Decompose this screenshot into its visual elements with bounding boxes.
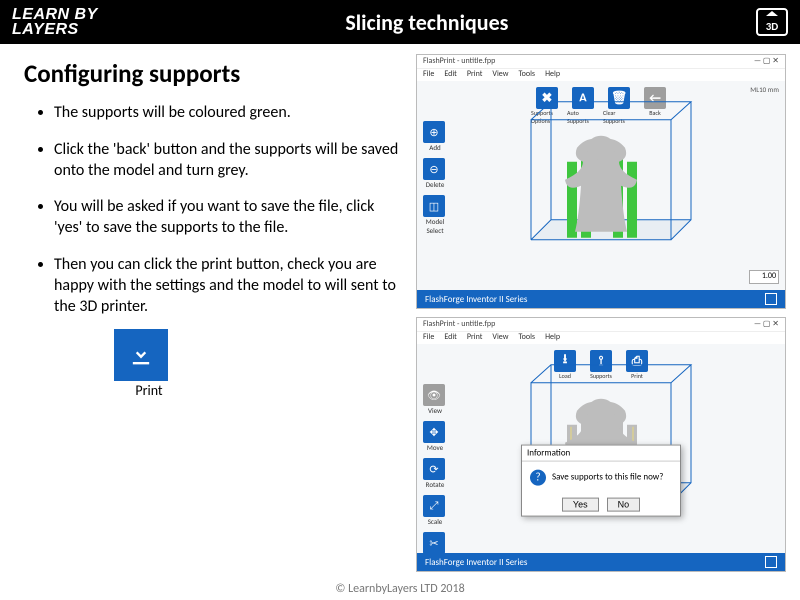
- slide-title: Slicing techniques: [98, 9, 756, 36]
- cut-button[interactable]: ✂: [423, 532, 445, 553]
- bullet-item: Click the 'back' button and the supports…: [54, 140, 404, 182]
- save-dialog: Information ? Save supports to this file …: [521, 445, 681, 517]
- menu-bar: FileEditPrintViewToolsHelp: [417, 332, 785, 344]
- scale-label: ML10 mm: [750, 85, 779, 94]
- delete-button[interactable]: ⊖: [423, 158, 445, 180]
- side-toolbar: 👁View ✥Move ⟳Rotate ⤢Scale ✂Cut: [423, 384, 447, 553]
- text-column: Configuring supports The supports will b…: [0, 44, 416, 584]
- status-icon: [765, 293, 777, 305]
- print-icon: [114, 329, 168, 381]
- printer-3d-icon: 3D: [756, 8, 788, 36]
- move-button[interactable]: ✥: [423, 421, 445, 443]
- add-button[interactable]: ⊕: [423, 121, 445, 143]
- screenshot-supports-green: FlashPrint - untitle.fpp — ▢ ✕ FileEditPr…: [416, 54, 786, 309]
- copyright: © LearnbyLayers LTD 2018: [0, 582, 800, 596]
- status-icon: [765, 556, 777, 568]
- side-toolbar: ⊕Add ⊖Delete ◫Model Select: [423, 121, 447, 235]
- dialog-title: Information: [522, 446, 680, 462]
- zoom-readout: 1.00: [749, 270, 779, 284]
- screenshot-save-dialog: FlashPrint - untitle.fpp — ▢ ✕ FileEditPr…: [416, 317, 786, 572]
- view-button[interactable]: 👁: [423, 384, 445, 406]
- scale-button[interactable]: ⤢: [423, 495, 445, 517]
- window-controls-icon: — ▢ ✕: [754, 56, 779, 67]
- dialog-no-button[interactable]: No: [607, 498, 641, 512]
- window-title: FlashPrint - untitle.fpp: [423, 319, 495, 330]
- window-controls-icon: — ▢ ✕: [754, 319, 779, 330]
- model-select-button[interactable]: ◫: [423, 195, 445, 217]
- menu-bar: FileEditPrintViewToolsHelp: [417, 69, 785, 81]
- dialog-yes-button[interactable]: Yes: [562, 498, 599, 512]
- brand-logo: LEARN BY LAYERS: [12, 7, 98, 37]
- print-label: Print: [114, 382, 184, 399]
- bullet-item: The supports will be coloured green.: [54, 103, 404, 124]
- status-text: FlashForge Inventor II Series: [425, 557, 527, 568]
- section-heading: Configuring supports: [24, 58, 404, 89]
- rotate-button[interactable]: ⟳: [423, 458, 445, 480]
- status-text: FlashForge Inventor II Series: [425, 294, 527, 305]
- header-bar: LEARN BY LAYERS Slicing techniques 3D: [0, 0, 800, 44]
- bullet-item: You will be asked if you want to save th…: [54, 197, 404, 239]
- window-title: FlashPrint - untitle.fpp: [423, 56, 495, 67]
- question-icon: ?: [530, 470, 546, 486]
- print-button-thumbnail: Print: [114, 329, 184, 399]
- bullet-item: Then you can click the print button, che…: [54, 255, 404, 317]
- dialog-text: Save supports to this file now?: [552, 472, 663, 483]
